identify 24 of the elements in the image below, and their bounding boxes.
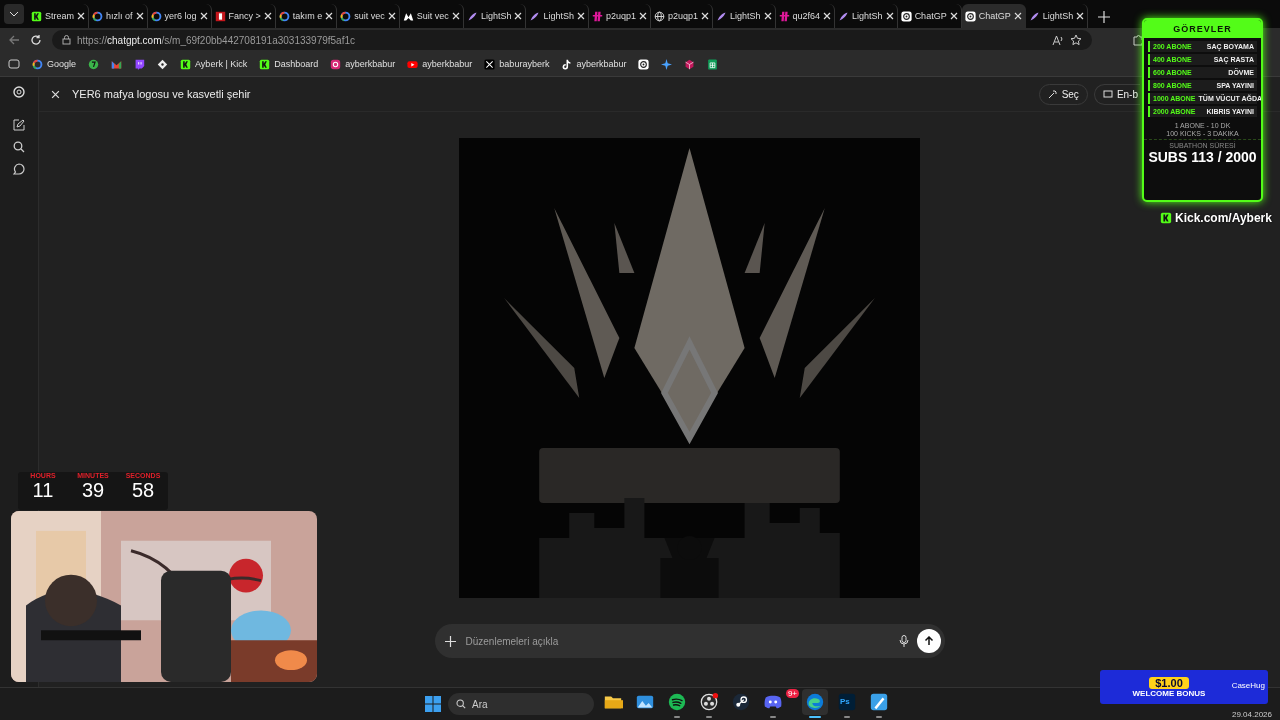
bookmark[interactable]: ayberkbabur [561,58,627,70]
bonus-caption: WELCOME BONUS [1132,688,1206,698]
notification-badge: 9+ [785,689,799,698]
bonus-amount: $1.00 [1149,676,1189,689]
address-bar[interactable]: https://chatgpt.com/s/m_69f20bb442708191a303133979f5af1c [52,30,1092,50]
timer-value: 39 [80,479,106,501]
bookmark[interactable]: ayberkbabur [330,58,396,70]
brand-label: CaseHug [1231,681,1265,690]
bookmark[interactable]: Ayberk | Kick [180,58,248,70]
sub-counter: SUBS 113 / 2000 [1147,149,1258,165]
bookmark[interactable]: baburayberk [484,58,550,70]
taskbar-button[interactable]: Ps [834,689,860,715]
panel-title: GÖREVLER [1144,20,1261,38]
chat-title: YER6 mafya logosu ve kasvetli şehir [72,88,252,100]
timer-value: 58 [130,479,156,501]
message-composer[interactable]: Düzenlemeleri açıkla [434,624,945,658]
bookmark[interactable]: Dashboard [259,58,319,70]
bookmark[interactable]: Google [32,58,77,70]
timer-value: 11 [31,479,55,501]
search-field[interactable]: Ara [448,693,594,715]
date-label: 29.04.2026 [1231,710,1272,719]
browser-tab[interactable]: ChatGP [961,4,1026,28]
bookmark[interactable]: ayberkbabur [407,58,473,70]
message-field[interactable]: Düzenlemeleri açıkla [463,634,891,648]
